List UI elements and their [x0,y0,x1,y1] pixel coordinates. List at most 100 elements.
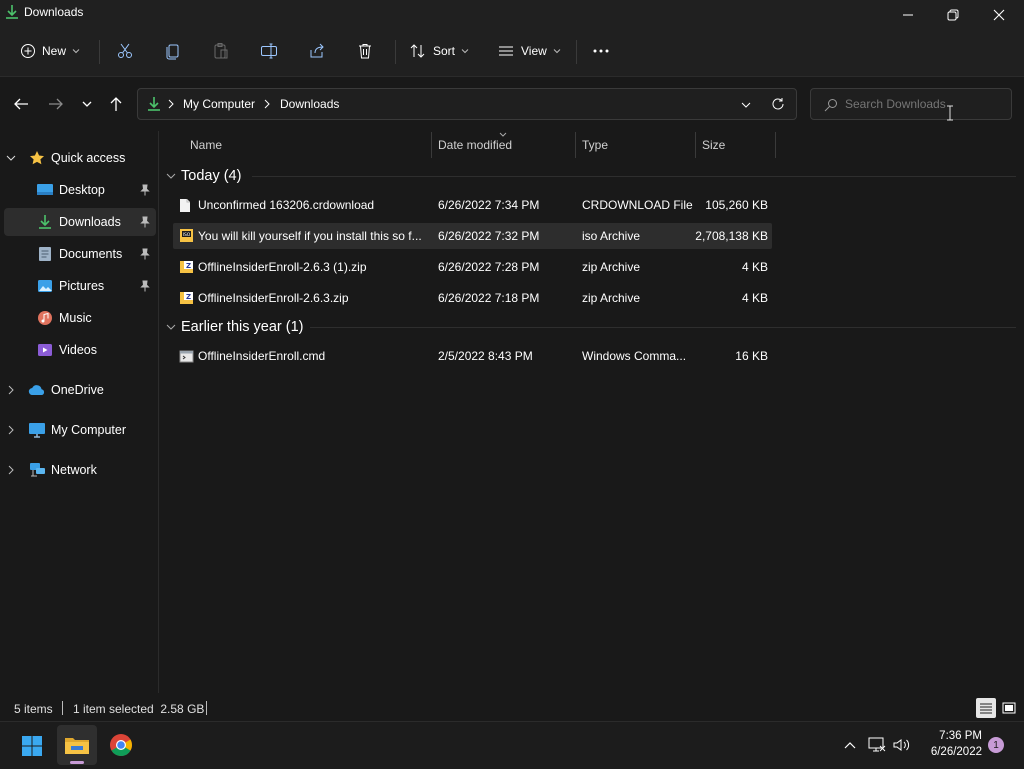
address-bar[interactable]: My Computer Downloads [137,88,797,120]
file-type: iso Archive [582,229,641,243]
network-status-button[interactable] [866,736,888,754]
forward-arrow-icon[interactable] [45,94,67,114]
sidebar-item-label: Downloads [59,215,121,229]
column-header-label: Name [190,138,223,152]
chevron-right-icon[interactable] [4,423,18,437]
minimize-button[interactable] [885,0,931,30]
chevron-down-icon[interactable] [165,170,177,182]
show-hidden-icons-button[interactable] [840,736,860,754]
sidebar-item-quick-access[interactable]: Quick access [4,144,154,172]
paste-button[interactable] [206,34,236,68]
view-list-icon [497,44,515,58]
clock-button[interactable]: 7:36 PM 6/26/2022 [918,728,986,762]
chevron-right-icon[interactable] [4,383,18,397]
chevron-right-icon[interactable] [166,98,176,110]
notification-badge[interactable]: 1 [988,737,1004,753]
clock-date: 6/26/2022 [930,746,982,758]
column-header-label: Size [702,138,726,152]
plus-circle-icon [20,43,36,59]
column-header-size[interactable]: Size [702,130,774,160]
chevron-down-icon[interactable] [165,321,177,333]
column-divider[interactable] [775,132,776,158]
search-box[interactable] [810,88,1012,120]
delete-button[interactable] [350,34,380,68]
breadcrumb-my-computer[interactable]: My Computer [183,97,255,111]
column-divider[interactable] [695,132,696,158]
volume-button[interactable] [892,736,912,754]
pin-icon [140,248,150,260]
file-type: CRDOWNLOAD File [582,198,693,212]
column-header-name[interactable]: Name [190,130,430,160]
sidebar-item-desktop[interactable]: Desktop [4,176,156,204]
sort-icon [409,43,427,59]
sidebar-item-documents[interactable]: Documents [4,240,156,268]
up-arrow-icon[interactable] [105,94,127,114]
title-bar: Downloads [0,0,1024,30]
sidebar-item-pictures[interactable]: Pictures [4,272,156,300]
more-options-button[interactable] [586,34,616,68]
sidebar-item-music[interactable]: Music [4,304,156,332]
file-explorer-taskbar-button[interactable] [57,725,97,765]
file-row-selected[interactable]: ISO You will kill yourself if you instal… [173,223,772,249]
file-type: zip Archive [582,291,641,305]
file-icon [178,197,192,213]
column-divider[interactable] [575,132,576,158]
copy-button[interactable] [158,34,188,68]
chevron-down-icon [461,47,469,55]
file-size: 2,708,138 KB [695,229,768,243]
back-arrow-icon[interactable] [10,94,32,114]
column-divider[interactable] [431,132,432,158]
sidebar-item-label: Music [59,311,92,325]
rename-icon [260,42,278,60]
sidebar-item-onedrive[interactable]: OneDrive [4,376,156,404]
trash-icon [356,42,374,60]
file-type: Windows Comma... [582,349,687,363]
group-header-earlier-this-year[interactable]: Earlier this year (1) [165,315,303,339]
sidebar-item-videos[interactable]: Videos [4,336,156,364]
share-button[interactable] [302,34,332,68]
chevron-down-icon[interactable] [4,151,18,165]
large-icons-view-button[interactable] [999,698,1019,718]
chevron-right-icon[interactable] [262,98,272,110]
refresh-icon[interactable] [768,95,788,113]
close-button[interactable] [976,0,1022,30]
rename-button[interactable] [254,34,284,68]
pictures-icon [36,277,54,295]
chrome-taskbar-button[interactable] [103,726,139,764]
clock-time: 7:36 PM [939,730,982,742]
file-row[interactable]: Z OfflineInsiderEnroll-2.6.3.zip 6/26/20… [173,285,772,311]
folder-icon [64,735,90,755]
column-header-type[interactable]: Type [582,130,694,160]
sidebar-item-label: Documents [59,247,123,261]
text-cursor-icon [945,104,955,122]
more-icon [592,48,610,54]
file-row[interactable]: OfflineInsiderEnroll.cmd 2/5/2022 8:43 P… [173,343,772,369]
restore-button[interactable] [930,0,976,30]
sidebar-item-my-computer[interactable]: My Computer [4,416,156,444]
taskbar: 7:36 PM 6/26/2022 1 [0,721,1024,769]
file-row[interactable]: Z OfflineInsiderEnroll-2.6.3 (1).zip 6/2… [173,254,772,280]
chevron-down-icon[interactable] [738,98,754,112]
new-button[interactable]: New [14,34,86,68]
search-input[interactable] [845,95,1005,113]
sidebar-item-downloads[interactable]: Downloads [4,208,156,236]
tiles-view-icon [1002,702,1016,714]
downloads-icon [146,96,162,112]
active-app-indicator [70,761,84,764]
sidebar-item-network[interactable]: Network [4,456,156,484]
details-view-button[interactable] [976,698,996,718]
item-count: 5 items [14,702,53,716]
sort-button[interactable]: Sort [403,34,475,68]
start-button[interactable] [14,730,50,762]
breadcrumb-downloads[interactable]: Downloads [280,97,339,111]
sidebar-item-label: My Computer [51,423,127,437]
cut-button[interactable] [110,34,140,68]
recent-locations-icon[interactable] [78,94,96,114]
file-row[interactable]: Unconfirmed 163206.crdownload 6/26/2022 … [173,192,772,218]
file-date: 6/26/2022 7:34 PM [438,198,540,212]
view-button[interactable]: View [491,34,567,68]
file-size: 105,260 KB [705,198,768,212]
group-header-today[interactable]: Today (4) [165,164,241,188]
scissors-icon [116,42,134,60]
chevron-right-icon[interactable] [4,463,18,477]
